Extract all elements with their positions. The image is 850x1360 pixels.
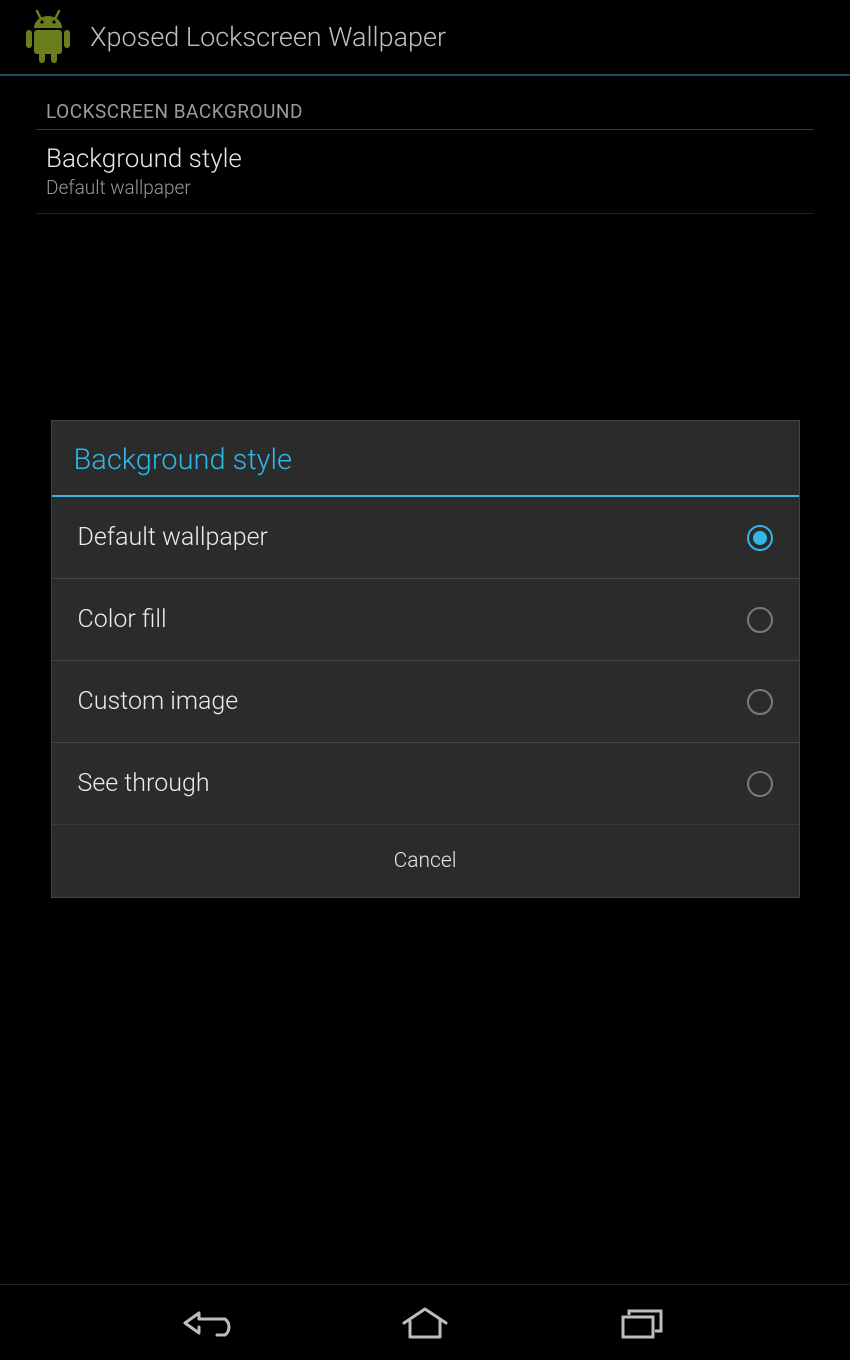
option-label: Custom image [78,687,239,716]
option-custom-image[interactable]: Custom image [52,661,799,743]
radio-icon [747,771,773,797]
radio-icon [747,607,773,633]
dialog-button-bar: Cancel [52,825,799,897]
option-label: See through [78,769,210,798]
radio-icon [747,689,773,715]
dialog-title: Background style [52,421,799,497]
cancel-button[interactable]: Cancel [52,849,799,873]
radio-icon [747,525,773,551]
navigation-bar [0,1284,850,1360]
option-label: Default wallpaper [78,523,268,552]
option-see-through[interactable]: See through [52,743,799,825]
option-label: Color fill [78,605,167,634]
recents-button[interactable] [602,1298,682,1348]
back-button[interactable] [168,1298,248,1348]
dialog-option-list: Default wallpaper Color fill Custom imag… [52,497,799,825]
dialog-background-style: Background style Default wallpaper Color… [51,420,800,898]
option-default-wallpaper[interactable]: Default wallpaper [52,497,799,579]
option-color-fill[interactable]: Color fill [52,579,799,661]
dialog-scrim[interactable]: Background style Default wallpaper Color… [0,0,850,1360]
home-button[interactable] [385,1298,465,1348]
